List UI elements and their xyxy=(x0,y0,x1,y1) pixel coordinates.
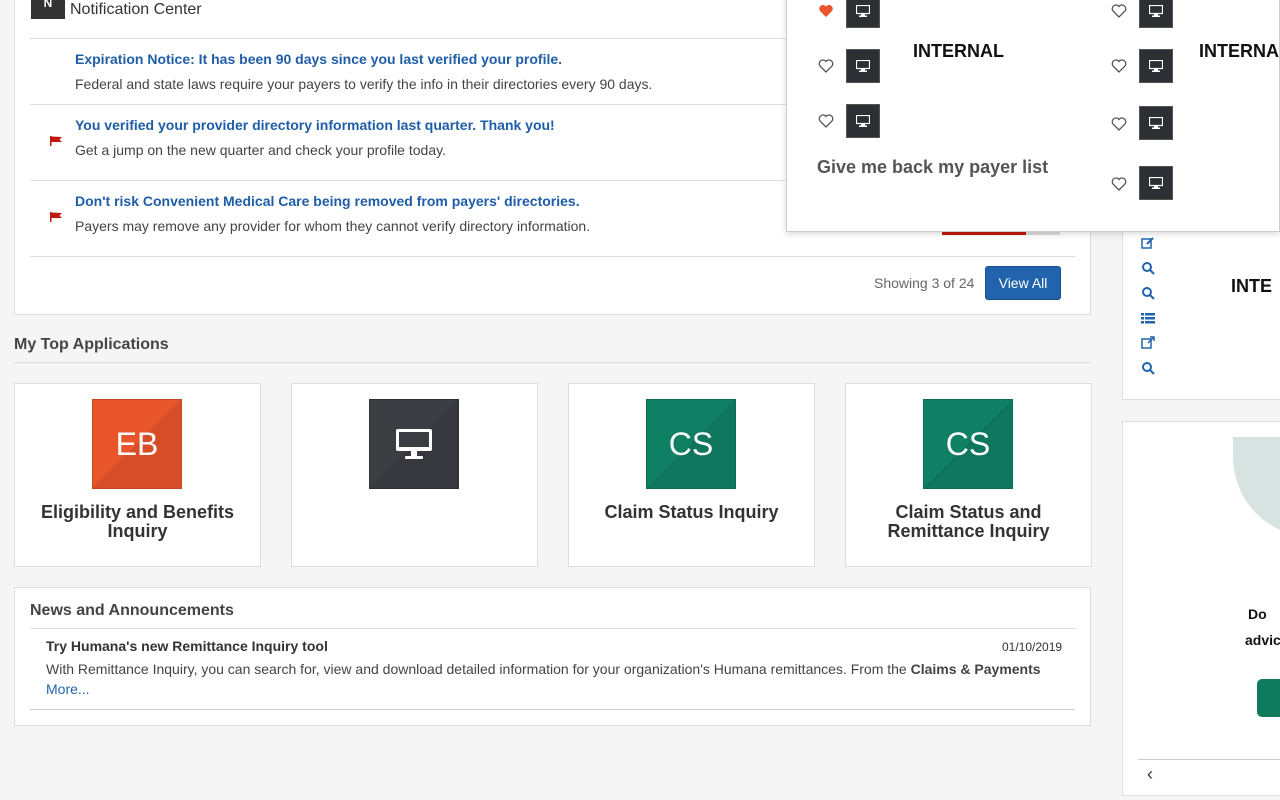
internal-label: INTERNA xyxy=(1199,41,1279,61)
notification-center-title: Notification Center xyxy=(70,1,202,18)
app-card-claim-remittance[interactable]: CS Claim Status and Remittance Inquiry xyxy=(845,383,1092,567)
heart-outline-icon[interactable] xyxy=(1111,176,1127,192)
notification-item-text: Payers may remove any provider for whom … xyxy=(75,218,591,234)
monitor-icon xyxy=(856,5,870,17)
external-link-icon[interactable] xyxy=(1141,336,1155,350)
notification-item-text: Get a jump on the new quarter and check … xyxy=(75,142,446,158)
edit-icon[interactable] xyxy=(1141,236,1155,250)
news-body-text: With Remittance Inquiry, you can search … xyxy=(46,661,911,677)
monitor-icon xyxy=(1149,60,1163,72)
monitor-icon xyxy=(1149,117,1163,129)
news-item-title: Try Humana's new Remittance Inquiry tool xyxy=(46,638,328,654)
heart-outline-icon[interactable] xyxy=(1111,3,1127,19)
news-date: 01/10/2019 xyxy=(1002,640,1063,654)
flag-icon xyxy=(50,136,62,146)
divider xyxy=(1138,759,1280,760)
app-name[interactable]: Claim Status and Remittance Inquiry xyxy=(856,503,1081,541)
flag-icon xyxy=(50,212,62,222)
list-icon[interactable] xyxy=(1141,311,1155,325)
app-tile-abbr: CS xyxy=(668,425,714,462)
monitor-tile[interactable] xyxy=(1139,106,1173,140)
monitor-icon xyxy=(856,60,870,72)
app-tile-abbr: EB xyxy=(115,425,159,462)
divider xyxy=(30,709,1075,710)
monitor-icon xyxy=(396,429,432,459)
promo-text: advic xyxy=(1245,632,1280,648)
notification-item-text: Federal and state laws require your paye… xyxy=(75,76,653,92)
search-icon[interactable] xyxy=(1141,286,1155,300)
app-card-eligibility[interactable]: EB Eligibility and Benefits Inquiry xyxy=(14,383,261,567)
monitor-tile[interactable] xyxy=(846,104,880,138)
heart-outline-icon[interactable] xyxy=(1111,58,1127,74)
monitor-tile[interactable] xyxy=(1139,49,1173,83)
monitor-tile[interactable] xyxy=(1139,0,1173,28)
news-body: With Remittance Inquiry, you can search … xyxy=(46,661,1046,677)
give-back-payer-list-link[interactable]: Give me back my payer list xyxy=(817,157,1048,178)
app-tile-cs[interactable]: CS xyxy=(923,399,1013,489)
search-icon[interactable] xyxy=(1141,361,1155,375)
app-name[interactable]: Eligibility and Benefits Inquiry xyxy=(25,503,250,541)
app-tile-abbr: CS xyxy=(945,425,991,462)
monitor-tile[interactable] xyxy=(1139,166,1173,200)
heart-outline-icon[interactable] xyxy=(818,58,834,74)
news-body-bold: Claims & Payments xyxy=(910,661,1041,677)
chevron-left-icon[interactable]: ‹ xyxy=(1147,764,1153,785)
internal-label: INTE xyxy=(1231,276,1273,296)
divider xyxy=(14,362,1091,363)
divider xyxy=(30,256,1075,257)
more-link[interactable]: More... xyxy=(46,681,90,697)
top-applications-title: My Top Applications xyxy=(14,336,169,353)
favorites-dropdown: INTERNAL Give me back my payer list INTE… xyxy=(786,0,1280,232)
news-title: News and Announcements xyxy=(30,602,234,619)
notification-item-title[interactable]: Expiration Notice: It has been 90 days s… xyxy=(75,51,562,67)
divider xyxy=(30,628,1075,629)
monitor-tile[interactable] xyxy=(846,0,880,28)
showing-count: Showing 3 of 24 xyxy=(874,275,975,291)
notification-item-title[interactable]: Don't risk Convenient Medical Care being… xyxy=(75,193,580,209)
promo-button[interactable] xyxy=(1257,679,1280,717)
promo-text: Do xyxy=(1248,606,1267,622)
notification-item-title[interactable]: You verified your provider directory inf… xyxy=(75,117,555,133)
search-icon[interactable] xyxy=(1141,261,1155,275)
app-tile-cs[interactable]: CS xyxy=(646,399,736,489)
heart-outline-icon[interactable] xyxy=(818,113,834,129)
news-panel: News and Announcements Try Humana's new … xyxy=(14,587,1091,726)
view-all-button[interactable]: View All xyxy=(985,266,1061,300)
app-name[interactable]: Claim Status Inquiry xyxy=(579,503,804,522)
app-tile-eb[interactable]: EB xyxy=(92,399,182,489)
app-card-claim-status[interactable]: CS Claim Status Inquiry xyxy=(568,383,815,567)
internal-label: INTERNAL xyxy=(913,41,1004,61)
app-card-monitor[interactable] xyxy=(291,383,538,567)
monitor-tile[interactable] xyxy=(846,49,880,83)
promo-graphic xyxy=(1233,437,1280,537)
monitor-icon xyxy=(1149,5,1163,17)
app-tile-monitor[interactable] xyxy=(369,399,459,489)
monitor-icon xyxy=(1149,177,1163,189)
heart-outline-icon[interactable] xyxy=(1111,116,1127,132)
notification-badge: N xyxy=(31,0,65,19)
heart-filled-icon[interactable] xyxy=(818,3,834,19)
promo-panel: Do advic ‹ xyxy=(1122,421,1280,796)
monitor-icon xyxy=(856,115,870,127)
